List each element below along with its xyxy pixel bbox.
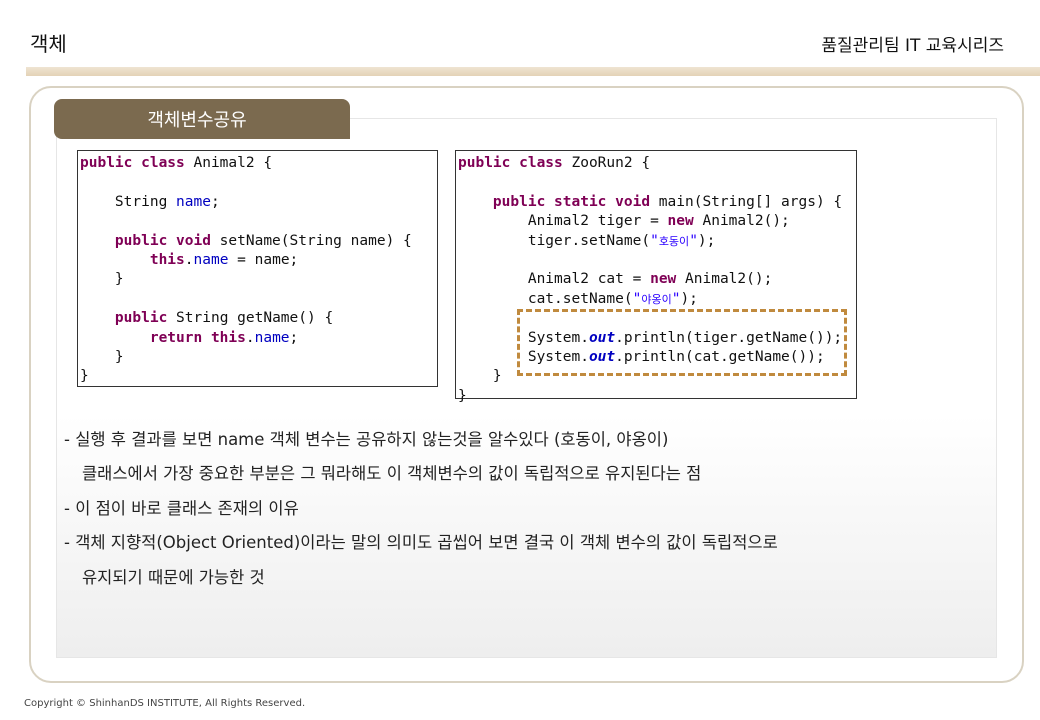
code-token: new: [667, 213, 694, 230]
header-divider-bar: [26, 67, 1040, 76]
note-line: 유지되기 때문에 가능한 것: [82, 567, 265, 587]
note-line: - 객체 지향적(Object Oriented)이라는 말의 의미도 곱씹어 …: [64, 533, 778, 553]
code-token: =: [641, 213, 668, 230]
section-tab: 객체변수공유: [54, 99, 350, 139]
code-token: ) {: [815, 193, 843, 210]
code-token: ": [689, 232, 698, 249]
code-token: Animal2();: [693, 213, 790, 230]
code-token: args: [781, 193, 816, 210]
code-token: name: [254, 252, 290, 269]
section-tab-label: 객체변수공유: [147, 110, 247, 131]
code-token: tiger: [597, 213, 642, 230]
code-token: );: [697, 232, 716, 249]
code-string: 야옹이: [641, 292, 672, 306]
code-token: =: [228, 252, 255, 269]
code-token: public void: [80, 232, 211, 249]
note-line: - 실행 후 결과를 보면 name 객체 변수는 공유하지 않는것을 알수있다…: [64, 430, 669, 449]
code-token: .: [245, 329, 255, 346]
code-token: String: [80, 193, 177, 210]
series-title: 품질관리팀 IT 교육시리즈: [821, 36, 1004, 56]
code-token: ": [650, 232, 659, 249]
code-token: ZooRun2 {: [562, 155, 651, 171]
code-block-animal2: public class Animal2 { String name; publ…: [77, 150, 438, 387]
explanation-notes: - 실행 후 결과를 보면 name 객체 변수는 공유하지 않는것을 알수있다…: [64, 425, 778, 597]
code-token: ;: [289, 252, 299, 269]
code-token: cat: [597, 271, 624, 288]
code-token: }: [80, 271, 124, 288]
code-token: name: [193, 252, 229, 269]
code-string: 호동이: [658, 234, 690, 248]
code-token: cat: [458, 290, 555, 307]
code-token: Animal2 {: [184, 155, 273, 171]
code-token: public: [80, 310, 168, 327]
code-token: Animal2: [458, 213, 598, 230]
code-token: ) {: [385, 232, 412, 249]
code-token: }: [80, 368, 89, 385]
code-token: }: [458, 368, 502, 385]
page-title: 객체: [30, 32, 67, 56]
code-token: .: [184, 252, 194, 269]
code-token: name: [350, 232, 386, 249]
note-line: - 이 점이 바로 클래스 존재의 이유: [64, 498, 299, 518]
highlight-dashed-box: [517, 309, 847, 376]
code-token: new: [650, 271, 677, 288]
code-token: main(String[]: [650, 193, 782, 210]
code-token: .setName(: [554, 290, 633, 307]
code-token: );: [680, 290, 698, 307]
code-token: ;: [289, 329, 299, 346]
code-token: public class: [458, 155, 563, 171]
code-token: public class: [80, 155, 185, 171]
code-token: Animal2();: [676, 271, 773, 288]
code-token: public static void: [458, 193, 651, 210]
code-token: .setName(: [571, 232, 651, 249]
code-token: this: [80, 252, 185, 269]
code-token: tiger: [458, 232, 572, 249]
code-token: }: [458, 387, 467, 404]
code-token: String getName() {: [167, 310, 334, 327]
code-token: Animal2: [458, 271, 598, 288]
copyright-text: Copyright © ShinhanDS INSTITUTE, All Rig…: [24, 698, 306, 709]
code-token: name: [254, 329, 290, 346]
note-line: 클래스에서 가장 중요한 부분은 그 뭐라해도 이 객체변수의 값이 독립적으로…: [82, 464, 702, 484]
code-token: ;: [210, 193, 220, 210]
code-token: return this: [80, 329, 246, 346]
code-token: name: [176, 193, 211, 210]
code-token: =: [623, 271, 651, 288]
code-token: }: [80, 349, 124, 366]
code-token: setName(String: [210, 232, 351, 249]
